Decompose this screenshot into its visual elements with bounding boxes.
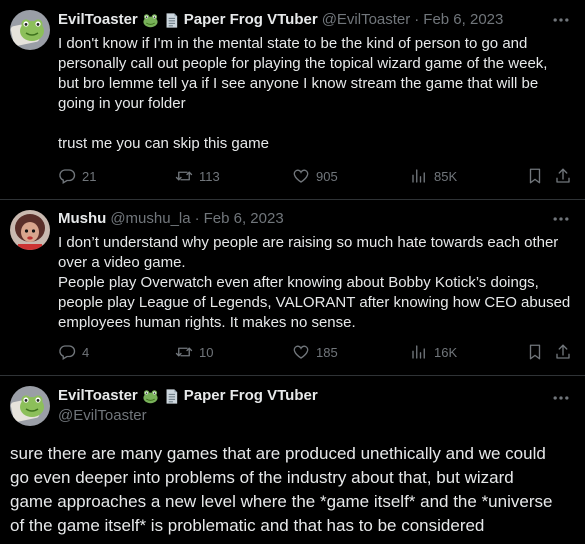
avatar[interactable]: [10, 210, 50, 250]
separator: ·: [194, 210, 200, 227]
share-button[interactable]: [554, 167, 572, 185]
more-icon[interactable]: [551, 209, 571, 229]
views-count: 85K: [434, 168, 458, 184]
separator: ·: [414, 11, 420, 28]
more-icon[interactable]: [551, 10, 571, 30]
page-emoji-icon: [163, 388, 180, 405]
tweet-3[interactable]: EvilToaster Paper Frog VTuber @EvilToast…: [0, 376, 585, 544]
reply-button[interactable]: 4: [58, 343, 89, 361]
views-icon: [410, 343, 428, 361]
tweet-text-line: over a video game.: [58, 254, 186, 271]
tweet-text-line: I don't know if I'm in the mental state …: [58, 35, 528, 52]
tweet-text-line: going in your folder: [58, 95, 186, 112]
tweet-text-line: people play League of Legends, VALORANT …: [58, 294, 571, 311]
tweet-text-line: game approaches a new level where the *g…: [10, 492, 553, 511]
like-button[interactable]: 185: [292, 343, 338, 361]
frog-emoji-icon: [142, 12, 159, 29]
tweet-text-line: go even deeper into problems of the indu…: [10, 468, 514, 487]
reply-count: 4: [82, 344, 90, 360]
views-count: 16K: [434, 344, 458, 360]
user-handle[interactable]: @EvilToaster: [58, 406, 147, 426]
repost-count: 113: [199, 168, 220, 184]
share-icon: [554, 343, 572, 361]
frog-emoji-icon: [142, 388, 159, 405]
user-handle[interactable]: @EvilToaster: [322, 10, 411, 30]
tweet-text: I don’t understand why people are raisin…: [58, 233, 578, 333]
avatar[interactable]: [10, 386, 50, 426]
tweet-text: sure there are many games that are produ…: [10, 442, 575, 538]
tweet-actions: 21 113 905 85K: [58, 167, 573, 187]
user-handle[interactable]: @mushu_la: [110, 209, 190, 229]
tweet-header: Mushu @mushu_la · Feb 6, 2023: [58, 209, 284, 229]
views-button[interactable]: 16K: [410, 343, 457, 361]
reply-icon: [58, 343, 76, 361]
repost-button[interactable]: 113: [175, 167, 220, 185]
tweet-1[interactable]: EvilToaster Paper Frog VTuber @EvilToast…: [0, 0, 585, 200]
bookmark-icon: [526, 167, 544, 185]
tweet-text-line: People play Overwatch even after knowing…: [58, 274, 539, 291]
reply-count: 21: [82, 168, 97, 184]
tweet-text-line: employees human rights. It makes no sens…: [58, 314, 356, 331]
views-icon: [410, 167, 428, 185]
avatar[interactable]: [10, 10, 50, 50]
repost-icon: [175, 167, 193, 185]
tweet-text-line: personally call out people for playing t…: [58, 55, 548, 72]
like-count: 185: [316, 344, 338, 360]
tweet-date[interactable]: Feb 6, 2023: [204, 209, 284, 229]
tweet-date[interactable]: Feb 6, 2023: [423, 10, 503, 30]
tweet-text-line: sure there are many games that are produ…: [10, 444, 546, 463]
like-button[interactable]: 905: [292, 167, 338, 185]
display-name-suffix[interactable]: Paper Frog VTuber: [184, 386, 318, 406]
tweet-text-line: trust me you can skip this game: [58, 135, 269, 152]
bookmark-button[interactable]: [526, 167, 544, 185]
bookmark-icon: [526, 343, 544, 361]
share-button[interactable]: [554, 343, 572, 361]
tweet-text: I don't know if I'm in the mental state …: [58, 34, 578, 154]
reply-icon: [58, 167, 76, 185]
like-icon: [292, 343, 310, 361]
share-icon: [554, 167, 572, 185]
tweet-text-line: of the game itself* is problematic and t…: [10, 516, 485, 535]
tweet-2[interactable]: Mushu @mushu_la · Feb 6, 2023 I don’t un…: [0, 200, 585, 376]
tweet-header: EvilToaster Paper Frog VTuber @EvilToast…: [58, 10, 503, 30]
display-name[interactable]: EvilToaster: [58, 386, 138, 406]
like-icon: [292, 167, 310, 185]
views-button[interactable]: 85K: [410, 167, 457, 185]
tweet-text-line: but bro lemme tell ya if I see anyone I …: [58, 75, 539, 92]
repost-icon: [175, 343, 193, 361]
display-name[interactable]: EvilToaster: [58, 10, 138, 30]
tweet-text-line: I don’t understand why people are raisin…: [58, 234, 559, 251]
page-emoji-icon: [163, 12, 180, 29]
display-name[interactable]: Mushu: [58, 209, 106, 229]
display-name-suffix[interactable]: Paper Frog VTuber: [184, 10, 318, 30]
tweet-actions: 4 10 185 16K: [58, 343, 573, 363]
reply-button[interactable]: 21: [58, 167, 96, 185]
tweet-header: EvilToaster Paper Frog VTuber: [58, 386, 318, 406]
bookmark-button[interactable]: [526, 343, 544, 361]
repost-button[interactable]: 10: [175, 343, 213, 361]
like-count: 905: [316, 168, 338, 184]
repost-count: 10: [199, 344, 214, 360]
more-icon[interactable]: [551, 388, 571, 408]
